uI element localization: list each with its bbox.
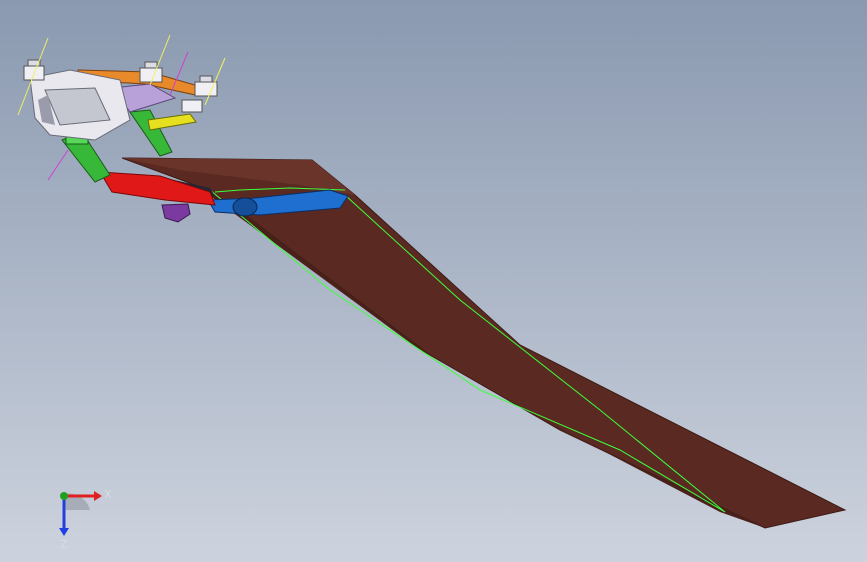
- link-yellow[interactable]: [147, 113, 197, 131]
- bolt-center[interactable]: [139, 61, 163, 83]
- triad-y-axis: [60, 492, 68, 500]
- bolt-left[interactable]: [23, 59, 45, 81]
- rotor-blade-model[interactable]: [0, 0, 867, 562]
- axis-line-magenta-2: [47, 149, 69, 181]
- triad-z-label: Z: [60, 538, 68, 551]
- 3d-viewport[interactable]: X Z: [0, 0, 867, 562]
- bolt-lower-right[interactable]: [181, 99, 203, 113]
- arm-green-right[interactable]: [129, 109, 173, 157]
- triad-z-arrow: [59, 528, 69, 536]
- grip-joint[interactable]: [232, 197, 258, 217]
- bolt-right[interactable]: [194, 75, 218, 97]
- triad-x-arrow: [94, 491, 102, 501]
- triad-x-label: X: [104, 488, 112, 501]
- coordinate-triad: X Z: [59, 488, 112, 551]
- lower-link-purple[interactable]: [161, 203, 191, 223]
